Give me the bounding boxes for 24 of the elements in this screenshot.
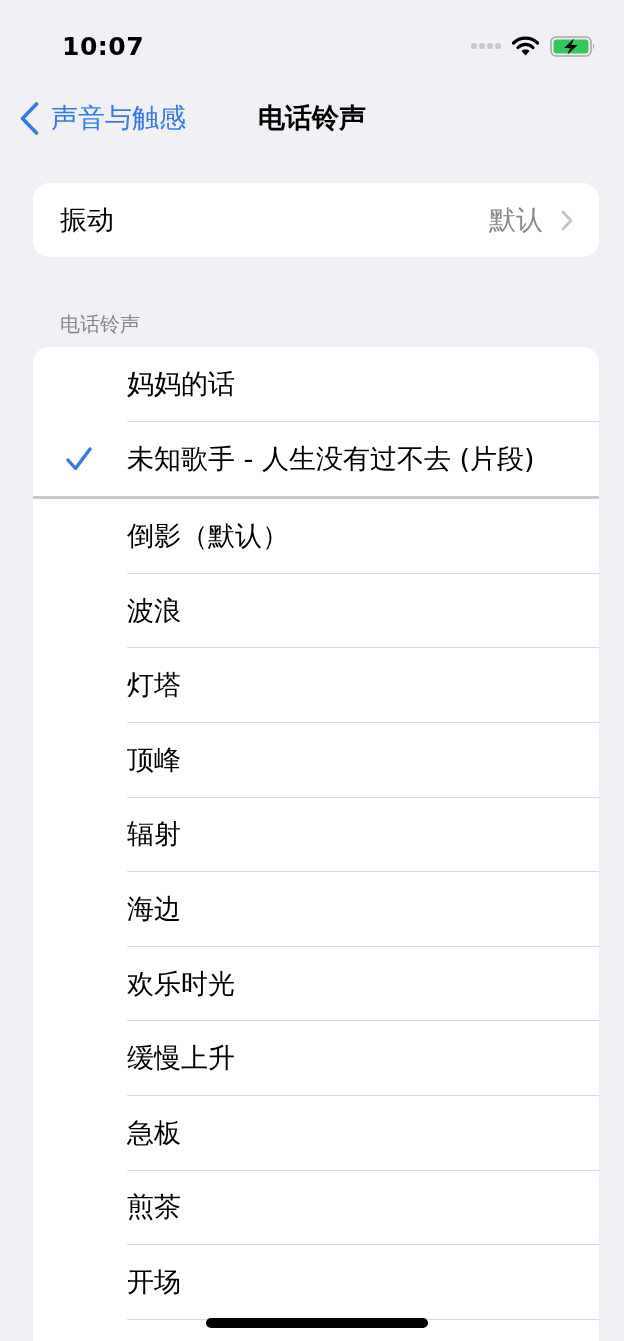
battery-charging-icon: [550, 35, 596, 57]
ringtone-item[interactable]: 妈妈的话: [33, 347, 599, 422]
ringtone-item[interactable]: 顶峰: [33, 722, 599, 798]
wifi-icon: [512, 36, 539, 56]
ringtone-item[interactable]: 缓慢上升: [33, 1021, 599, 1096]
ringtone-item[interactable]: 波浪: [33, 573, 599, 649]
status-time: 10:07: [62, 31, 145, 61]
vibration-row[interactable]: 振动 默认: [33, 183, 599, 257]
nav-title: 电话铃声: [258, 101, 366, 135]
ringtone-item[interactable]: 煎茶: [33, 1170, 599, 1246]
ringtone-item[interactable]: 海边: [33, 872, 599, 947]
value-text: 默认: [489, 203, 543, 237]
back-button[interactable]: 声音与触感: [20, 100, 186, 136]
ringtone-item[interactable]: 灯塔: [33, 648, 599, 723]
signal-dots-icon: [471, 43, 501, 49]
ringtone-item[interactable]: 倒影（默认）: [33, 499, 599, 574]
chevron-right-icon: [561, 209, 573, 231]
back-chevron-icon: [20, 101, 39, 135]
checkmark-icon: [66, 446, 92, 471]
ringtone-item[interactable]: 欢乐时光: [33, 946, 599, 1022]
ringtone-item[interactable]: 辐射: [33, 797, 599, 873]
section-header: 电话铃声: [60, 311, 140, 337]
ringtone-item[interactable]: 未知歌手 - 人生没有过不去 (片段): [33, 421, 599, 497]
ringtone-item[interactable]: 急板: [33, 1095, 599, 1171]
